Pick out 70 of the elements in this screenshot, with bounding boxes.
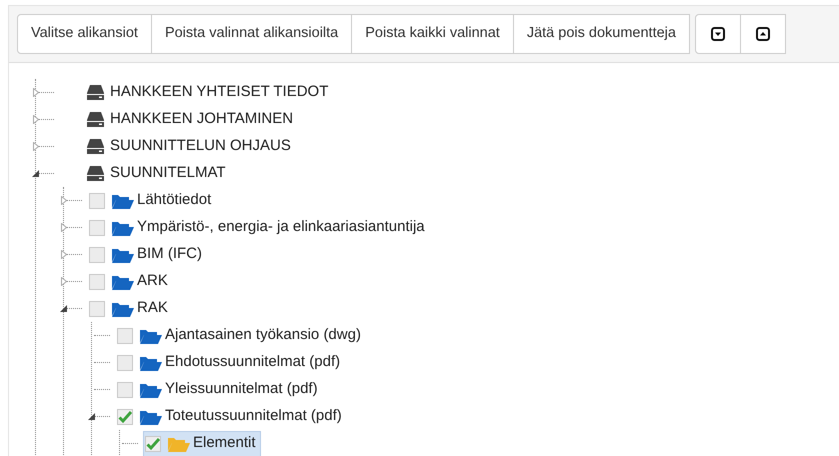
tree-item-label: Toteutussuunnitelmat (pdf) bbox=[165, 406, 342, 426]
checkbox[interactable] bbox=[117, 354, 133, 370]
expanded-arrow-icon[interactable] bbox=[60, 305, 67, 312]
hard-drive-icon bbox=[87, 85, 104, 100]
tree-item-label: HANKKEEN YHTEISET TIEDOT bbox=[110, 82, 328, 102]
checkbox[interactable] bbox=[89, 274, 105, 290]
folder-icon bbox=[140, 408, 162, 424]
tree-item-label: BIM (IFC) bbox=[137, 244, 202, 264]
expanded-arrow-icon[interactable] bbox=[88, 413, 95, 420]
tree-item[interactable]: ARK bbox=[87, 268, 173, 294]
expanded-arrow-icon[interactable] bbox=[32, 170, 39, 177]
folder-icon bbox=[168, 436, 190, 452]
toolbar-button[interactable]: Poista kaikki valinnat bbox=[351, 14, 514, 54]
tree-item-label: Yleissuunnitelmat (pdf) bbox=[165, 379, 318, 400]
tree-item[interactable]: BIM (IFC) bbox=[87, 242, 207, 268]
hard-drive-icon bbox=[87, 139, 104, 154]
tree-item-label: ARK bbox=[137, 271, 168, 292]
collapsed-arrow-icon[interactable] bbox=[61, 250, 67, 259]
toolbar-button[interactable]: Valitse alikansiot bbox=[17, 14, 152, 54]
tree-item-label: Lähtötiedot bbox=[137, 190, 212, 210]
caret-down-icon bbox=[710, 27, 725, 41]
hard-drive-icon bbox=[87, 112, 104, 127]
hard-drive-icon bbox=[87, 166, 104, 181]
toolbar-button[interactable]: Poista valinnat alikansioilta bbox=[150, 14, 352, 54]
tree-item[interactable]: HANKKEEN JOHTAMINEN bbox=[86, 106, 298, 132]
tree-item[interactable]: Lähtötiedot bbox=[87, 188, 216, 214]
folder-icon bbox=[112, 220, 134, 236]
caret-up-icon bbox=[756, 27, 770, 41]
tree-item[interactable]: Yleissuunnitelmat (pdf) bbox=[115, 376, 323, 402]
folder-icon bbox=[112, 274, 134, 290]
tree-item[interactable]: Elementit bbox=[143, 430, 261, 456]
checkbox[interactable] bbox=[89, 300, 105, 316]
folder-icon bbox=[112, 246, 134, 262]
collapsed-arrow-icon[interactable] bbox=[61, 196, 67, 205]
tree-item[interactable]: SUUNNITTELUN OHJAUS bbox=[86, 134, 296, 160]
tree-item[interactable]: RAK bbox=[87, 296, 173, 322]
tree-item-label: Ehdotussuunnitelmat (pdf) bbox=[165, 352, 340, 372]
tree-item-label: HANKKEEN JOHTAMINEN bbox=[110, 109, 294, 130]
collapsed-arrow-icon[interactable] bbox=[33, 115, 39, 124]
folder-icon bbox=[140, 382, 162, 398]
collapsed-arrow-icon[interactable] bbox=[61, 277, 67, 286]
tree-item[interactable]: SUUNNITELMAT bbox=[86, 160, 231, 186]
checkbox[interactable] bbox=[89, 220, 105, 236]
checkbox[interactable] bbox=[117, 382, 133, 398]
tree-item-label: Ympäristö-, energia- ja elinkaariasiantuntija bbox=[137, 217, 425, 238]
folder-icon bbox=[112, 192, 134, 208]
tree-item-label: SUUNNITELMAT bbox=[110, 163, 226, 184]
expand-all-button[interactable] bbox=[694, 14, 741, 54]
tree-item[interactable]: Toteutussuunnitelmat (pdf) bbox=[115, 404, 347, 430]
folder-icon bbox=[112, 300, 134, 316]
tree-item-label: Ajantasainen työkansio (dwg) bbox=[165, 325, 361, 346]
tree-item-label: SUUNNITTELUN OHJAUS bbox=[110, 136, 291, 156]
checkbox[interactable] bbox=[89, 192, 105, 208]
tree-item[interactable]: Ajantasainen työkansio (dwg) bbox=[115, 322, 366, 348]
folder-icon bbox=[140, 354, 162, 370]
tree-item-label: Elementit bbox=[193, 433, 256, 454]
checkbox-checked-icon[interactable] bbox=[145, 436, 161, 452]
tree-item[interactable]: Ehdotussuunnitelmat (pdf) bbox=[115, 350, 346, 376]
checkbox[interactable] bbox=[117, 328, 133, 344]
collapsed-arrow-icon[interactable] bbox=[33, 142, 39, 151]
collapsed-arrow-icon[interactable] bbox=[33, 88, 39, 97]
collapse-all-button[interactable] bbox=[740, 14, 786, 54]
tree-item-label: RAK bbox=[137, 298, 168, 318]
collapsed-arrow-icon[interactable] bbox=[61, 223, 67, 232]
checkbox-checked-icon[interactable] bbox=[117, 408, 133, 424]
checkbox[interactable] bbox=[89, 246, 105, 262]
tree-item[interactable]: HANKKEEN YHTEISET TIEDOT bbox=[86, 80, 334, 106]
toolbar-button[interactable]: Jätä pois dokumentteja bbox=[512, 14, 690, 54]
folder-icon bbox=[140, 328, 162, 344]
tree-item[interactable]: Ympäristö-, energia- ja elinkaariasiantuntija bbox=[87, 214, 430, 240]
